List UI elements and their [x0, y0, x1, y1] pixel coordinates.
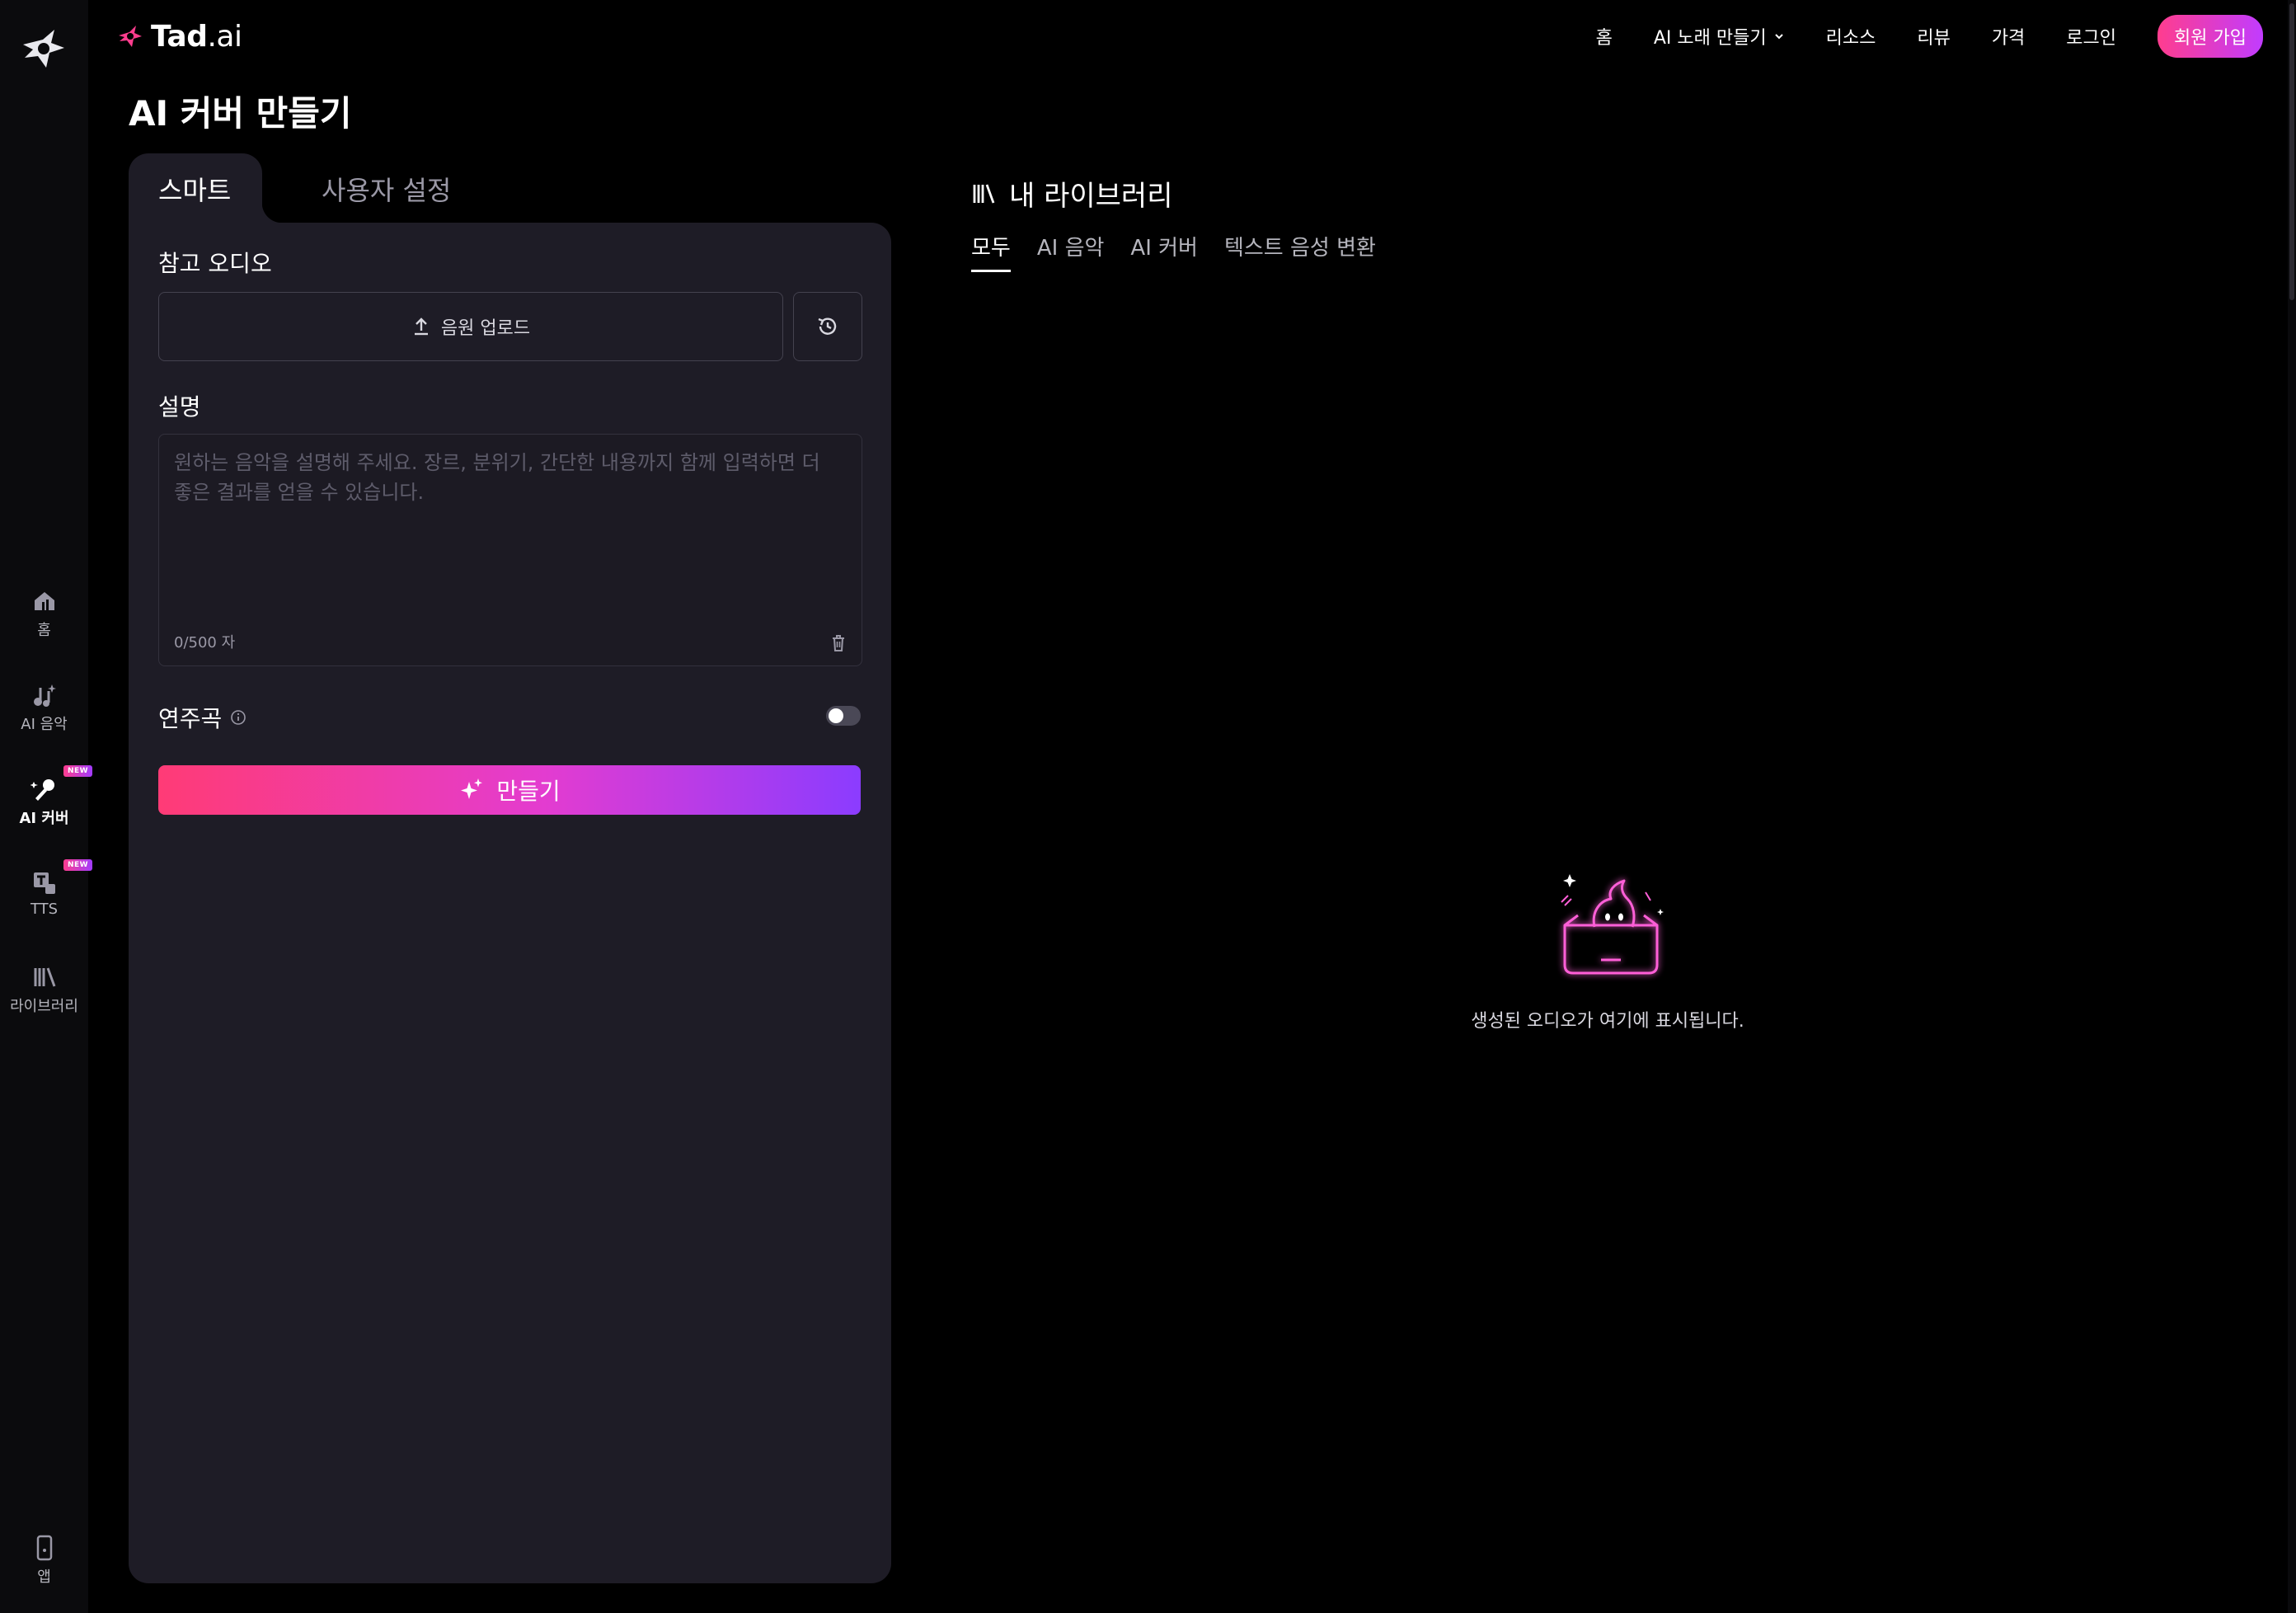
home-icon [34, 592, 54, 610]
nav-reviews[interactable]: 리뷰 [1917, 23, 1950, 49]
tad-logo-icon[interactable] [18, 23, 69, 74]
rail-item-ai-music[interactable]: AI 음악 [0, 681, 88, 734]
rail-label-tts: TTS [30, 901, 59, 918]
nav-pricing[interactable]: 가격 [1992, 23, 2025, 49]
create-button[interactable]: 만들기 [158, 765, 861, 815]
top-nav: 홈 AI 노래 만들기 리소스 리뷰 가격 로그인 회원 가입 [1596, 0, 2263, 73]
rail-label-app: 앱 [37, 1568, 51, 1586]
music-note-icon [33, 684, 56, 707]
brand-name: Tad.ai [151, 19, 242, 54]
library-tab-all[interactable]: 모두 [971, 231, 1011, 272]
left-rail: 홈 AI 음악 NEW AI 커버 NEW TTS 라이브러리 앱 [0, 0, 93, 1613]
create-button-label: 만들기 [496, 778, 561, 805]
description-placeholder: 원하는 음악을 설명해 주세요. 장르, 분위기, 간단한 내용까지 함께 입력… [174, 451, 820, 504]
page-scrollbar[interactable] [2288, 0, 2296, 1613]
nav-home[interactable]: 홈 [1596, 23, 1613, 49]
create-panel: 참고 오디오 음원 업로드 설명 원하는 음악을 설명해 주세요. 장르, 분위… [129, 223, 891, 1583]
nav-resources[interactable]: 리소스 [1826, 23, 1876, 49]
tad-logo-icon [119, 26, 142, 47]
rail-item-app[interactable]: 앱 [0, 1534, 88, 1587]
brand-logo[interactable]: Tad.ai [116, 18, 242, 54]
history-button[interactable] [793, 292, 862, 361]
tab-custom[interactable]: 사용자 설정 [322, 170, 451, 208]
text-to-speech-icon [33, 872, 55, 894]
library-tab-ai-cover[interactable]: AI 커버 [1130, 231, 1198, 272]
description-label: 설명 [158, 393, 201, 421]
description-input[interactable]: 원하는 음악을 설명해 주세요. 장르, 분위기, 간단한 내용까지 함께 입력… [158, 434, 862, 666]
library-tab-ai-music[interactable]: AI 음악 [1037, 231, 1105, 272]
rail-item-library[interactable]: 라이브러리 [0, 963, 88, 1016]
library-icon [973, 184, 995, 203]
rail-label-library: 라이브러리 [10, 998, 78, 1015]
scrollbar-thumb[interactable] [2289, 3, 2294, 300]
rail-item-tts[interactable]: NEW TTS [0, 859, 93, 918]
nav-login[interactable]: 로그인 [2066, 23, 2116, 49]
microphone-icon [30, 779, 54, 801]
rail-label-home: 홈 [37, 622, 51, 639]
empty-box-ghost-icon [1561, 874, 1664, 975]
library-empty-text: 생성된 오디오가 여기에 표시됩니다. [1471, 1011, 1744, 1032]
info-icon[interactable] [230, 709, 247, 726]
chevron-down-icon [1774, 34, 1783, 40]
sparkle-icon [461, 778, 483, 799]
instrumental-label: 연주곡 [158, 705, 223, 732]
library-title-text: 내 라이브러리 [1009, 180, 1173, 213]
tab-smart-label: 스마트 [158, 175, 232, 206]
rail-item-home[interactable]: 홈 [0, 587, 88, 640]
mobile-phone-icon [36, 1535, 52, 1561]
library-tabs: 모두 AI 음악 AI 커버 텍스트 음성 변환 [971, 231, 1376, 272]
history-icon [818, 317, 837, 335]
rail-label-ai-cover: AI 커버 [19, 810, 69, 827]
upload-audio-label: 음원 업로드 [440, 318, 531, 339]
instrumental-row: 연주곡 [158, 701, 861, 734]
library-icon [34, 967, 55, 987]
top-bar: Tad.ai 홈 AI 노래 만들기 리소스 리뷰 가격 로그인 회원 가입 [88, 0, 2296, 73]
upload-icon [414, 317, 428, 336]
instrumental-toggle[interactable] [826, 706, 861, 726]
upload-audio-button[interactable]: 음원 업로드 [158, 292, 783, 361]
library-title: 내 라이브러리 [971, 173, 1173, 214]
new-badge: NEW [63, 859, 93, 871]
signup-button[interactable]: 회원 가입 [2157, 15, 2263, 58]
char-count: 0/500 자 [174, 634, 236, 651]
library-tab-tts[interactable]: 텍스트 음성 변환 [1224, 231, 1376, 272]
trash-icon[interactable] [830, 634, 847, 652]
page-title: AI 커버 만들기 [129, 93, 352, 134]
new-badge: NEW [63, 765, 93, 777]
tab-corner-decoration [262, 203, 282, 223]
ref-audio-label: 참고 오디오 [158, 250, 272, 277]
rail-item-ai-cover[interactable]: NEW AI 커버 [0, 765, 93, 828]
tab-smart[interactable]: 스마트 [129, 153, 262, 223]
nav-make-song-label: AI 노래 만들기 [1653, 28, 1767, 49]
rail-label-ai-music: AI 음악 [21, 716, 68, 733]
nav-make-song[interactable]: AI 노래 만들기 [1654, 23, 1785, 49]
